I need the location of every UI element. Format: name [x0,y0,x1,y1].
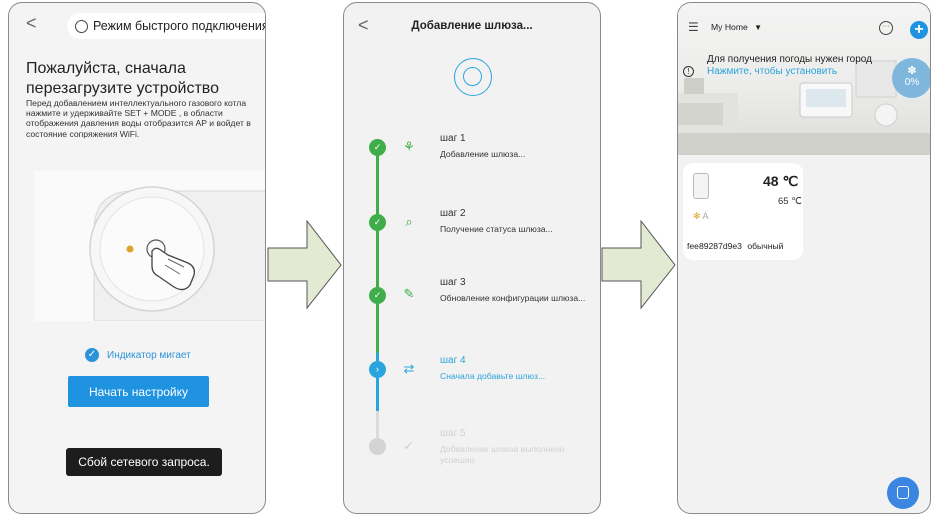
step-4-label: шаг 4 [440,355,466,366]
swap-icon [75,19,88,33]
step-2-desc: Получение статуса шлюза... [440,224,553,234]
screen-home: ☰ My Home ▼ ··· + ! Для получения погоды… [677,2,931,514]
back-button[interactable]: < [26,13,37,34]
home-name: My Home [711,22,748,32]
step-3-label: шаг 3 [440,277,466,288]
indicator-checkbox[interactable]: ✓ Индикатор мигает [85,348,191,362]
device-press-illustration [89,186,265,322]
step-5-label: шаг 5 [440,428,466,439]
progress-line-pending [376,411,379,441]
info-icon: ! [683,66,694,77]
set-city-link[interactable]: Нажмите, чтобы установить [707,66,877,78]
gateway-add-icon: ⚘ [403,139,415,154]
page-title: Добавление шлюза... [411,20,533,32]
device-mode: обычный [747,241,784,251]
start-setup-button[interactable]: Начать настройку [68,376,209,407]
chevron-down-icon: ▼ [754,23,763,32]
boiler-icon [693,173,709,199]
scene-fab-button[interactable] [887,477,919,509]
sync-icon: ⇄ [403,361,415,376]
fan-icon: ✽ [907,65,917,77]
device-card[interactable]: 48 ℃ 65 ℃ ✻ A fee89287d9e3 обычный [683,163,803,260]
indicator-label: Индикатор мигает [107,349,191,361]
status-search-icon: ⌕ [405,214,413,229]
set-temp: 65 ℃ [778,196,802,207]
step-3-check-icon: ✓ [369,287,386,304]
step-1-label: шаг 1 [440,133,466,144]
screen-adding-gateway: < Добавление шлюза... ✓ ⚘ шаг 1 Добавлен… [343,2,601,514]
device-id: fee89287d9e3 обычный [687,241,783,251]
humidity-value: 0% [904,77,920,88]
page-title: Пожалуйста, сначала перезагрузите устрой… [26,60,219,97]
weather-text: Для получения погоды нужен город [707,54,872,65]
screen-quick-connect: < Режим быстрого подключения Пожалуйста,… [8,2,266,514]
step-4-desc: Сначала добавьте шлюз... [440,371,546,381]
flow-arrow-2 [601,220,676,310]
error-toast: Сбой сетевого запроса. [66,448,222,476]
check-icon: ✓ [85,348,99,362]
add-device-button[interactable]: + [910,21,928,39]
mode-label: Режим быстрого подключения [93,19,266,33]
step-1-check-icon: ✓ [369,139,386,156]
step-1-desc: Добавление шлюза... [440,149,526,159]
progress-line-done [376,153,379,353]
device-id-value: fee89287d9e3 [687,241,742,251]
weather-prompt[interactable]: Для получения погоды нужен город Нажмите… [707,54,877,78]
step-5-desc: Добавление шлюза выполнено успешно [440,444,565,465]
step-5-pending-icon [369,438,386,455]
humidity-badge: ✽ 0% [892,58,930,98]
more-icon[interactable]: ··· [879,21,893,35]
step-2-label: шаг 2 [440,208,466,219]
loading-spinner [454,58,492,96]
shield-icon [897,486,909,499]
device-illustration [34,171,265,322]
home-selector[interactable]: My Home ▼ [711,22,762,32]
mode-switch-pill[interactable]: Режим быстрого подключения [67,13,266,39]
step-3-desc: Обновление конфигурации шлюза... [440,293,586,303]
flow-arrow-1 [267,220,342,310]
step-4-arrow-icon: › [369,361,386,378]
step-2-check-icon: ✓ [369,214,386,231]
heating-icon: ✻ A [693,211,709,221]
edit-config-icon: ✎ [403,286,415,301]
menu-icon[interactable]: ☰ [688,20,699,34]
done-check-icon: ✓ [403,438,415,453]
instruction-text: Перед добавлением интеллектуального газо… [26,98,251,139]
current-temp: 48 ℃ [763,173,799,189]
